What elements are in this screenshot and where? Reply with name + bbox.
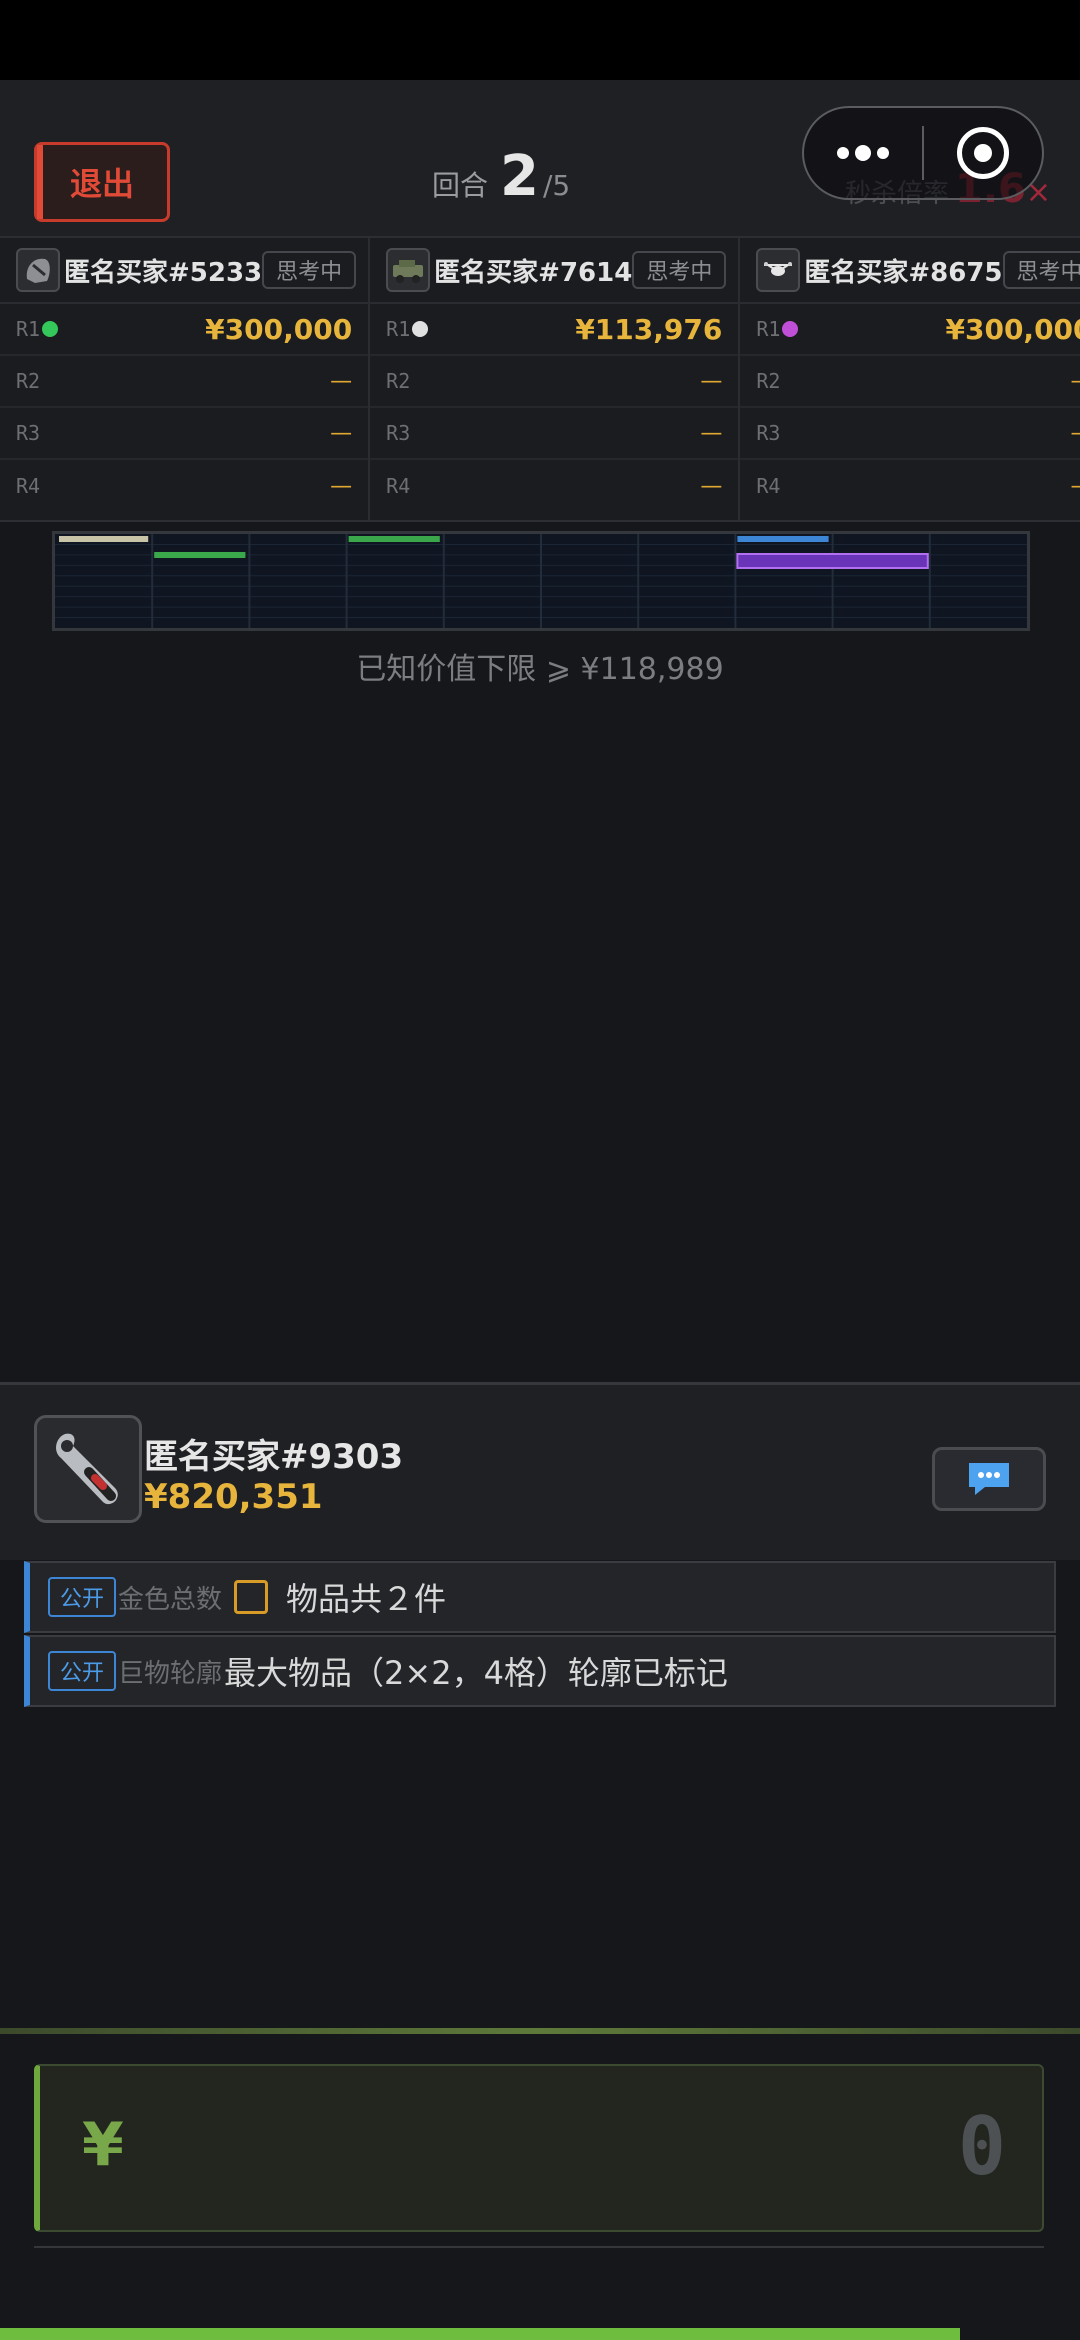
giant-outline-marker [736,553,929,569]
item-marker [154,552,246,558]
exit-button[interactable]: 退出 [34,142,170,222]
hint-gold-count: 公开 金色总数 物品共２件 [24,1561,1056,1633]
bid-amount: — [700,368,723,394]
round-tag: R1 [386,317,411,341]
hint-text: 物品共２件 [286,1580,447,1618]
bid-amount: ¥300,000 [205,312,353,346]
status-badge: 思考中 [1002,251,1080,289]
bid-row: R4 — [370,460,738,512]
bid-dot [42,321,59,337]
bid-row: R3 — [370,408,739,460]
bid-amount: — [700,473,723,499]
bid-row: R2 — [740,356,1080,408]
bidder-card: 匿名买家#5233 思考中 R1 ¥300,000 R2 — R3 — R4 — [0,238,371,520]
divider [34,2246,1044,2248]
vehicle-icon [386,248,431,292]
public-tag: 公开 [48,1651,117,1691]
gold-box-icon [234,1580,269,1614]
bid-row: R2 — [370,356,739,408]
bid-amount: — [1071,474,1080,499]
bidder-card: 匿名买家#8675 思考中 R1 ¥300,000 R2 — R3 — R4 — [740,238,1080,520]
round-indicator: 回合 2 /5 [432,144,570,209]
round-tag: R2 [16,369,41,393]
round-tag: R1 [16,317,41,341]
bid-row: R4 — [740,460,1080,512]
bid-dot [782,321,799,337]
bid-dot [412,321,429,337]
item-marker [348,536,440,542]
round-tag: R3 [16,421,41,445]
bidder-name: 匿名买家#7614 [434,257,633,288]
bid-amount: — [1071,421,1080,446]
public-tag: 公开 [48,1577,117,1617]
bid-input[interactable]: ¥ 0 [34,2064,1044,2232]
divider [0,2028,1080,2034]
bid-row: R1 ¥300,000 [0,304,369,356]
system-nav-bar [0,2328,960,2340]
bid-amount: — [330,420,353,446]
round-tag: R3 [756,421,781,445]
hint-category: 巨物轮廓 [118,1658,223,1689]
status-badge: 思考中 [632,251,727,289]
player-money: ¥820,351 [144,1477,323,1517]
bid-amount: — [700,420,723,446]
bid-row: R3 — [0,408,369,460]
bidder-name: 匿名买家#5233 [64,257,263,288]
bidder-header: 匿名买家#7614 思考中 [370,238,739,304]
item-grid [52,531,1030,631]
bid-row: R1 ¥300,000 [740,304,1080,356]
item-grid-canvas [55,534,1027,628]
system-nav-bar-end [960,2328,1080,2340]
bid-row: R3 — [740,408,1080,460]
round-label: 回合 [432,169,489,202]
wrench-icon [34,1415,142,1523]
helmet-icon [16,248,60,292]
bid-amount: — [330,368,353,394]
bid-amount: — [1071,369,1080,394]
round-tag: R1 [756,317,781,341]
round-tag: R2 [386,369,411,393]
hint-text: 最大物品（2×2，4格）轮廓已标记 [224,1654,728,1692]
round-tag: R4 [16,474,41,498]
bid-amount: — [330,473,353,499]
bidder-name: 匿名买家#8675 [804,257,1003,288]
target-icon[interactable] [924,127,1042,179]
more-dots-icon[interactable] [804,145,922,161]
bid-value: 0 [957,2100,1006,2193]
round-total: /5 [542,169,571,202]
bid-row: R2 — [0,356,369,408]
player-panel: 匿名买家#9303 ¥820,351 [0,1382,1080,1560]
drone-icon [756,248,801,292]
round-tag: R4 [386,474,411,498]
chat-button[interactable] [932,1447,1046,1511]
bidder-card: 匿名买家#7614 思考中 R1 ¥113,976 R2 — R3 — R4 — [370,238,741,520]
miniprogram-capsule [802,106,1044,200]
hint-category: 金色总数 [118,1584,223,1615]
round-tag: R3 [386,421,411,445]
bidders-panel: 匿名买家#5233 思考中 R1 ¥300,000 R2 — R3 — R4 —… [0,238,1080,522]
status-badge: 思考中 [262,251,357,289]
bidder-header: 匿名买家#5233 思考中 [0,238,369,304]
player-name: 匿名买家#9303 [144,1437,404,1477]
known-value-floor: 已知价值下限 ⩾ ¥118,989 [356,652,724,687]
item-marker [59,536,149,542]
bid-row: R4 — [0,460,368,512]
bid-row: R1 ¥113,976 [370,304,739,356]
round-current: 2 [500,144,539,209]
bid-amount: ¥113,976 [575,312,723,346]
currency-symbol: ¥ [82,2110,124,2180]
bid-amount: ¥300,000 [945,312,1080,346]
status-bar [0,0,1080,80]
hint-giant-outline: 公开 巨物轮廓 最大物品（2×2，4格）轮廓已标记 [24,1635,1056,1707]
item-marker [737,536,829,542]
round-tag: R4 [756,474,781,498]
chat-icon [969,1463,1009,1495]
bidder-header: 匿名买家#8675 思考中 [740,238,1080,304]
round-tag: R2 [756,369,781,393]
